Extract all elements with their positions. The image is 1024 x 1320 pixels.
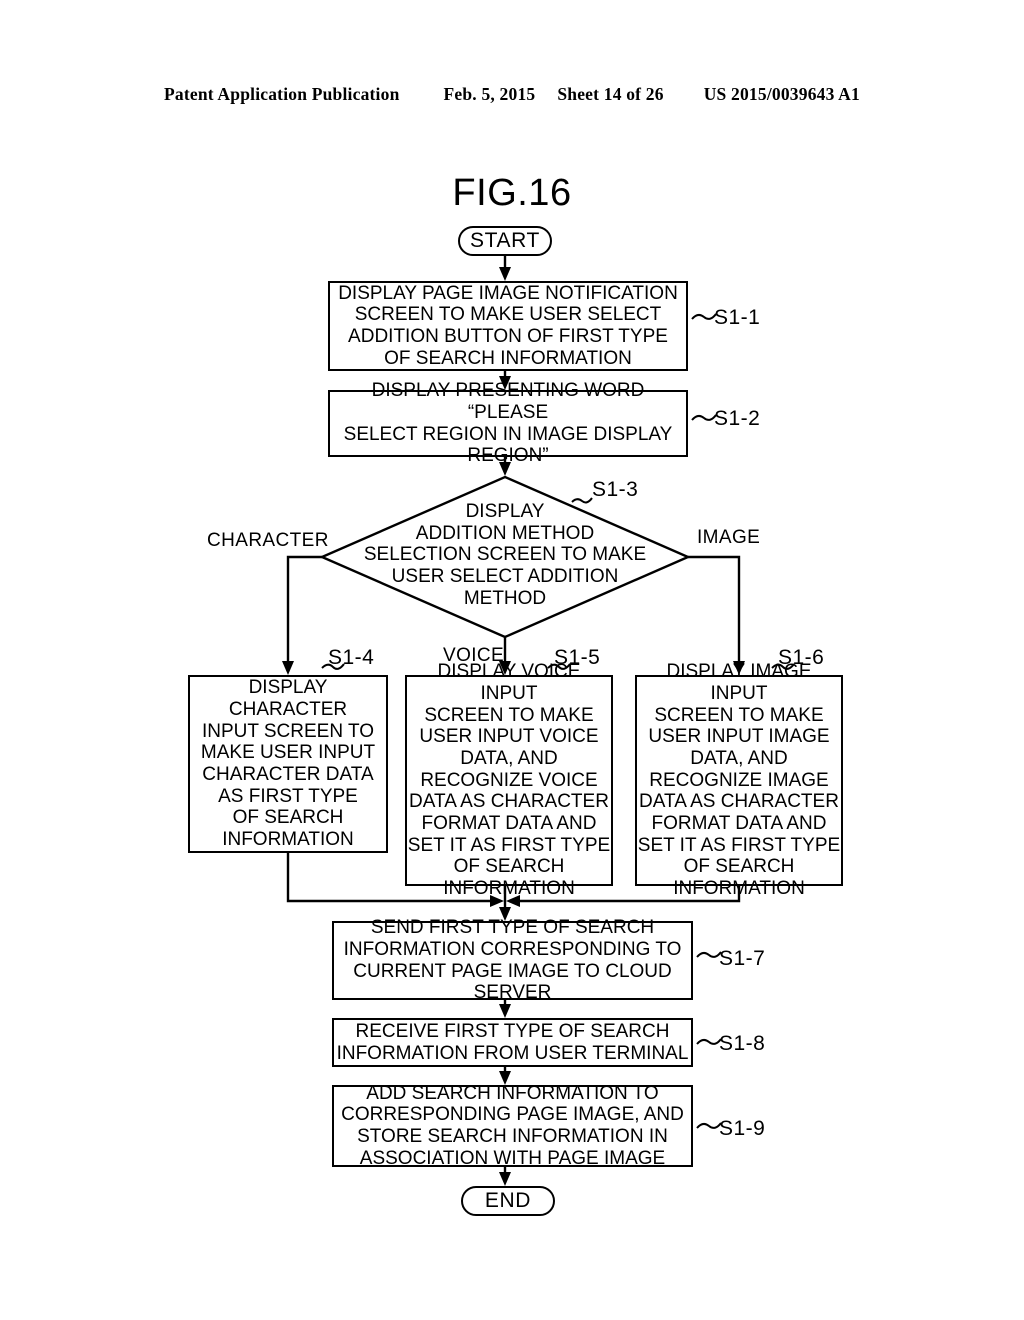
flowchart-step-s1-2: DISPLAY PRESENTING WORD “PLEASE SELECT R… xyxy=(328,380,688,466)
step-tag-s1-5: S1-5 xyxy=(554,646,601,669)
flowchart-step-s1-7: SEND FIRST TYPE OF SEARCH INFORMATION CO… xyxy=(332,917,693,1003)
flowchart-diagram: START DISPLAY PAGE IMAGE NOTIFICATION SC… xyxy=(0,0,1024,1320)
flowchart-step-s1-4: DISPLAY CHARACTER INPUT SCREEN TO MAKE U… xyxy=(188,675,388,853)
flowchart-step-s1-8: RECEIVE FIRST TYPE OF SEARCH INFORMATION… xyxy=(332,1018,693,1067)
flowchart-end-terminal: END xyxy=(461,1186,555,1216)
flowchart-step-s1-1: DISPLAY PAGE IMAGE NOTIFICATION SCREEN T… xyxy=(328,281,688,371)
flowchart-step-s1-9: ADD SEARCH INFORMATION TO CORRESPONDING … xyxy=(332,1083,693,1169)
step-tag-s1-7: S1-7 xyxy=(719,947,766,970)
step-tag-s1-1: S1-1 xyxy=(714,306,761,329)
step-tag-s1-2: S1-2 xyxy=(714,407,761,430)
flowchart-decision-s1-3: DISPLAY ADDITION METHOD SELECTION SCREEN… xyxy=(363,501,647,609)
branch-label-voice: VOICE xyxy=(443,645,505,666)
step-tag-s1-3: S1-3 xyxy=(592,478,639,501)
step-tag-s1-4: S1-4 xyxy=(328,646,375,669)
step-tag-s1-6: S1-6 xyxy=(778,646,825,669)
branch-label-image: IMAGE xyxy=(697,527,761,548)
flowchart-step-s1-6: DISPLAY IMAGE INPUT SCREEN TO MAKE USER … xyxy=(635,661,843,899)
branch-label-character: CHARACTER xyxy=(207,530,329,551)
step-tag-s1-8: S1-8 xyxy=(719,1032,766,1055)
flowchart-start-terminal: START xyxy=(458,226,552,256)
step-tag-s1-9: S1-9 xyxy=(719,1117,766,1140)
flowchart-step-s1-5: DISPLAY VOICE INPUT SCREEN TO MAKE USER … xyxy=(405,661,613,899)
